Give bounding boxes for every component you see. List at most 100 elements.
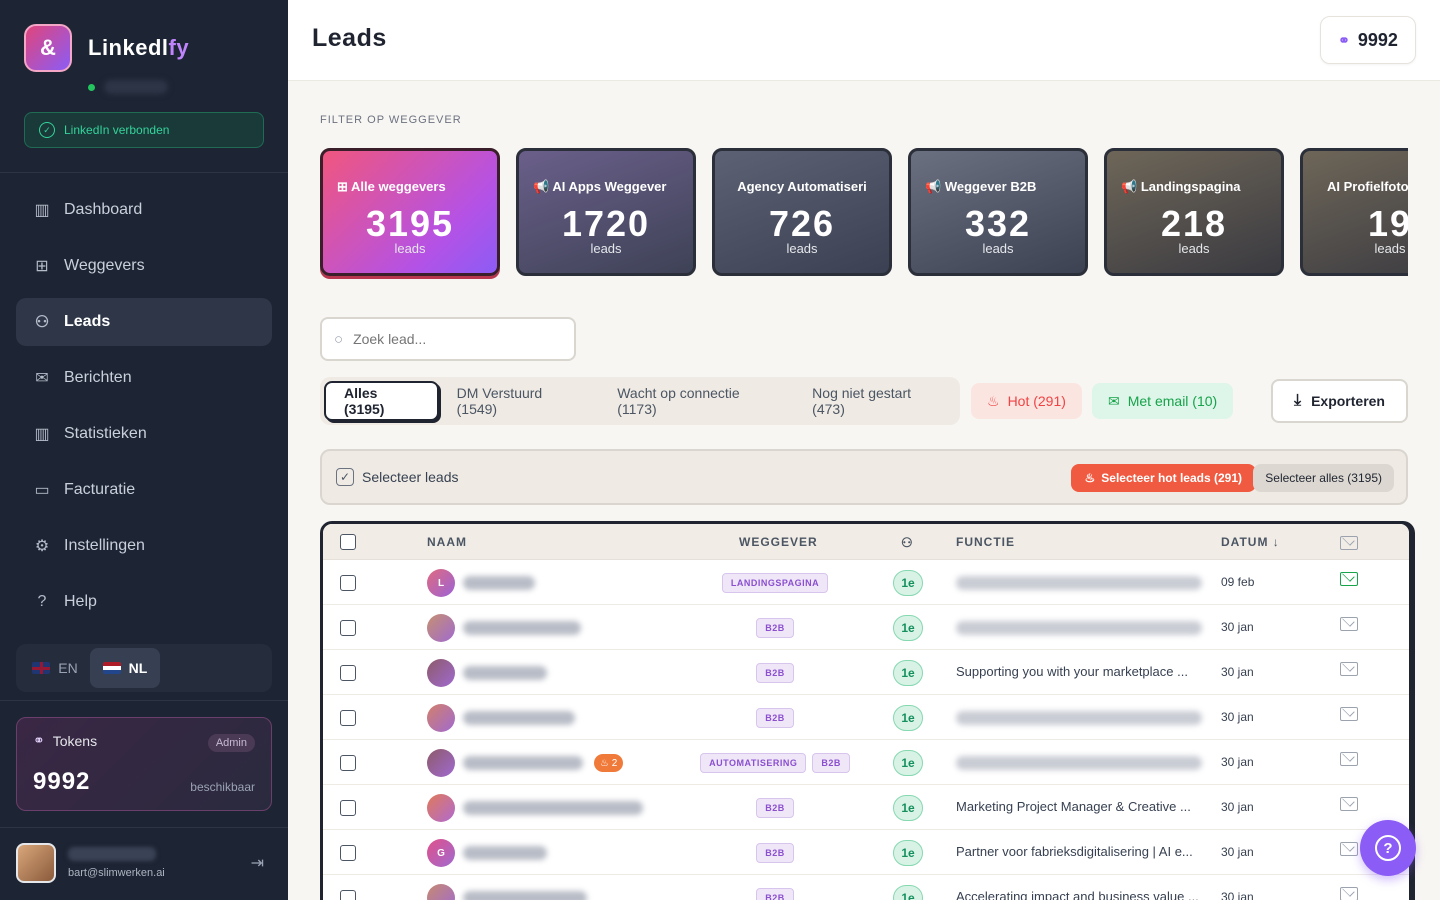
help-fab-button[interactable]: ? (1360, 820, 1416, 876)
weggever-card-agency[interactable]: Agency Automatiseri 726 leads (712, 148, 892, 276)
lead-name-blurred (463, 801, 643, 815)
column-header-functie[interactable]: FUNCTIE (956, 535, 1015, 549)
weggever-card-landingspagina[interactable]: 📢 Landingspagina 218 leads (1104, 148, 1284, 276)
lang-en-button[interactable]: EN (20, 648, 90, 688)
table-row[interactable]: B2B 1e Accelerating impact and business … (323, 875, 1409, 900)
select-all-checkbox[interactable] (340, 534, 356, 550)
leads-table: NAAM WEGGEVER ⚇ FUNCTIE DATUM ↓ L LANDIN… (320, 521, 1412, 900)
lead-avatar (427, 749, 455, 777)
table-row[interactable]: B2B 1e 30 jan (323, 605, 1409, 650)
email-icon[interactable] (1340, 797, 1358, 811)
row-checkbox[interactable] (340, 755, 356, 771)
email-filter-chip[interactable]: ✉ Met email (10) (1092, 383, 1234, 419)
lead-function: Supporting you with your marketplace ... (956, 664, 1188, 679)
sidebar-item-help[interactable]: ? Help (16, 578, 272, 626)
card-title: Agency Automatiseri (737, 179, 867, 194)
lead-name-blurred (463, 621, 581, 635)
row-checkbox[interactable] (340, 665, 356, 681)
flame-icon: ♨ (1084, 471, 1096, 485)
sidebar-item-statistieken[interactable]: ▥ Statistieken (16, 410, 272, 458)
tokens-card[interactable]: ⚭ Tokens Admin 9992 beschikbaar (16, 717, 272, 811)
row-checkbox[interactable] (340, 710, 356, 726)
tab-alles[interactable]: Alles (3195) (324, 381, 439, 421)
linkedin-connected-badge: ✓ LinkedIn verbonden (24, 112, 264, 148)
table-row[interactable]: G B2B 1e Partner voor fabrieksdigitalise… (323, 830, 1409, 875)
weggever-tags: B2B (695, 843, 855, 863)
hot-filter-chip[interactable]: ♨ Hot (291) (971, 383, 1082, 419)
email-icon[interactable] (1340, 662, 1358, 676)
lead-avatar: G (427, 839, 455, 867)
lead-avatar: L (427, 569, 455, 597)
table-row[interactable]: B2B 1e Marketing Project Manager & Creat… (323, 785, 1409, 830)
mail-icon: ✉ (1108, 392, 1120, 409)
user-profile[interactable]: bart@slimwerken.ai ⇥ (16, 843, 272, 883)
page-header: Leads ⚭ 9992 (288, 0, 1440, 81)
lead-date: 30 jan (1221, 620, 1254, 634)
weggever-card-alle[interactable]: ⊞ Alle weggevers 3195 leads (320, 148, 500, 276)
function-blurred (956, 621, 1202, 635)
weggever-filter-cards: ⊞ Alle weggevers 3195 leads 📢 AI Apps We… (320, 148, 1408, 282)
lead-function: Partner voor fabrieksdigitalisering | AI… (956, 844, 1193, 859)
sidebar-item-instellingen[interactable]: ⚙ Instellingen (16, 522, 272, 570)
select-leads-label: Selecteer leads (362, 469, 459, 485)
table-row[interactable]: B2B 1e 30 jan (323, 695, 1409, 740)
lead-name-blurred (463, 891, 587, 900)
select-hot-leads-button[interactable]: ♨ Selecteer hot leads (291) (1070, 464, 1256, 492)
sidebar-item-facturatie[interactable]: ▭ Facturatie (16, 466, 272, 514)
lead-date: 09 feb (1221, 575, 1255, 589)
email-icon[interactable] (1340, 752, 1358, 766)
check-circle-icon: ✓ (39, 122, 55, 138)
column-header-weggever[interactable]: WEGGEVER (739, 535, 818, 549)
sidebar-item-berichten[interactable]: ✉ Berichten (16, 354, 272, 402)
hot-badge: ♨ 2 (594, 754, 624, 772)
export-button[interactable]: ⤓ Exporteren (1271, 379, 1408, 423)
email-icon[interactable] (1340, 707, 1358, 721)
email-icon[interactable] (1340, 617, 1358, 631)
sidebar-item-leads[interactable]: ⚇ Leads (16, 298, 272, 346)
column-header-naam[interactable]: NAAM (427, 535, 467, 549)
row-checkbox[interactable] (340, 845, 356, 861)
row-checkbox[interactable] (340, 575, 356, 591)
checkbox-icon[interactable]: ✓ (336, 468, 354, 486)
logout-icon[interactable]: ⇥ (251, 853, 264, 873)
lead-function: Accelerating impact and business value .… (956, 889, 1199, 900)
table-row[interactable]: ♨ 2 AUTOMATISERING B2B 1e 30 jan (323, 740, 1409, 785)
row-checkbox[interactable] (340, 890, 356, 900)
table-row[interactable]: L LANDINGSPAGINA 1e 09 feb (323, 560, 1409, 605)
row-checkbox[interactable] (340, 620, 356, 636)
table-row[interactable]: B2B 1e Supporting you with your marketpl… (323, 650, 1409, 695)
lang-nl-button[interactable]: NL (90, 648, 160, 688)
card-value: 19 (1367, 203, 1408, 244)
column-header-datum[interactable]: DATUM ↓ (1221, 535, 1280, 549)
credit-card-icon: ▭ (34, 482, 50, 499)
weggever-tags: B2B (695, 888, 855, 900)
weggever-tag: B2B (756, 888, 794, 900)
weggever-card-ai-profielfoto[interactable]: AI Profielfoto 19 leads (1300, 148, 1408, 276)
weggever-tag: LANDINGSPAGINA (721, 573, 829, 593)
sidebar: & Linkedlfy ✓ LinkedIn verbonden ▥ Dashb… (0, 0, 288, 900)
logo[interactable]: & Linkedlfy (24, 24, 189, 72)
weggever-tags: LANDINGSPAGINA (695, 573, 855, 593)
tab-wacht-op-connectie[interactable]: Wacht op connectie (1173) (599, 381, 794, 421)
token-balance-chip[interactable]: ⚭ 9992 (1320, 16, 1416, 64)
card-title: 📢 Landingspagina (1121, 179, 1241, 194)
tab-nog-niet-gestart[interactable]: Nog niet gestart (473) (794, 381, 960, 421)
weggever-card-ai-apps[interactable]: 📢 AI Apps Weggever 1720 leads (516, 148, 696, 276)
search-box: ○ (320, 317, 576, 361)
flame-icon: ♨ (987, 392, 1000, 409)
sidebar-item-dashboard[interactable]: ▥ Dashboard (16, 186, 272, 234)
sidebar-item-weggevers[interactable]: ⊞ Weggevers (16, 242, 272, 290)
select-all-button[interactable]: Selecteer alles (3195) (1253, 464, 1394, 492)
lead-avatar (427, 794, 455, 822)
row-checkbox[interactable] (340, 800, 356, 816)
tab-dm-verstuurd[interactable]: DM Verstuurd (1549) (439, 381, 600, 421)
online-status-dot (88, 84, 95, 91)
email-available-icon[interactable] (1340, 572, 1358, 586)
weggever-tag: B2B (756, 618, 794, 638)
card-title: 📢 Weggever B2B (925, 179, 1037, 194)
lead-function: Marketing Project Manager & Creative ... (956, 799, 1191, 814)
search-input[interactable] (353, 331, 554, 347)
weggever-card-b2b[interactable]: 📢 Weggever B2B 332 leads (908, 148, 1088, 276)
email-icon[interactable] (1340, 887, 1358, 900)
email-icon[interactable] (1340, 842, 1358, 856)
